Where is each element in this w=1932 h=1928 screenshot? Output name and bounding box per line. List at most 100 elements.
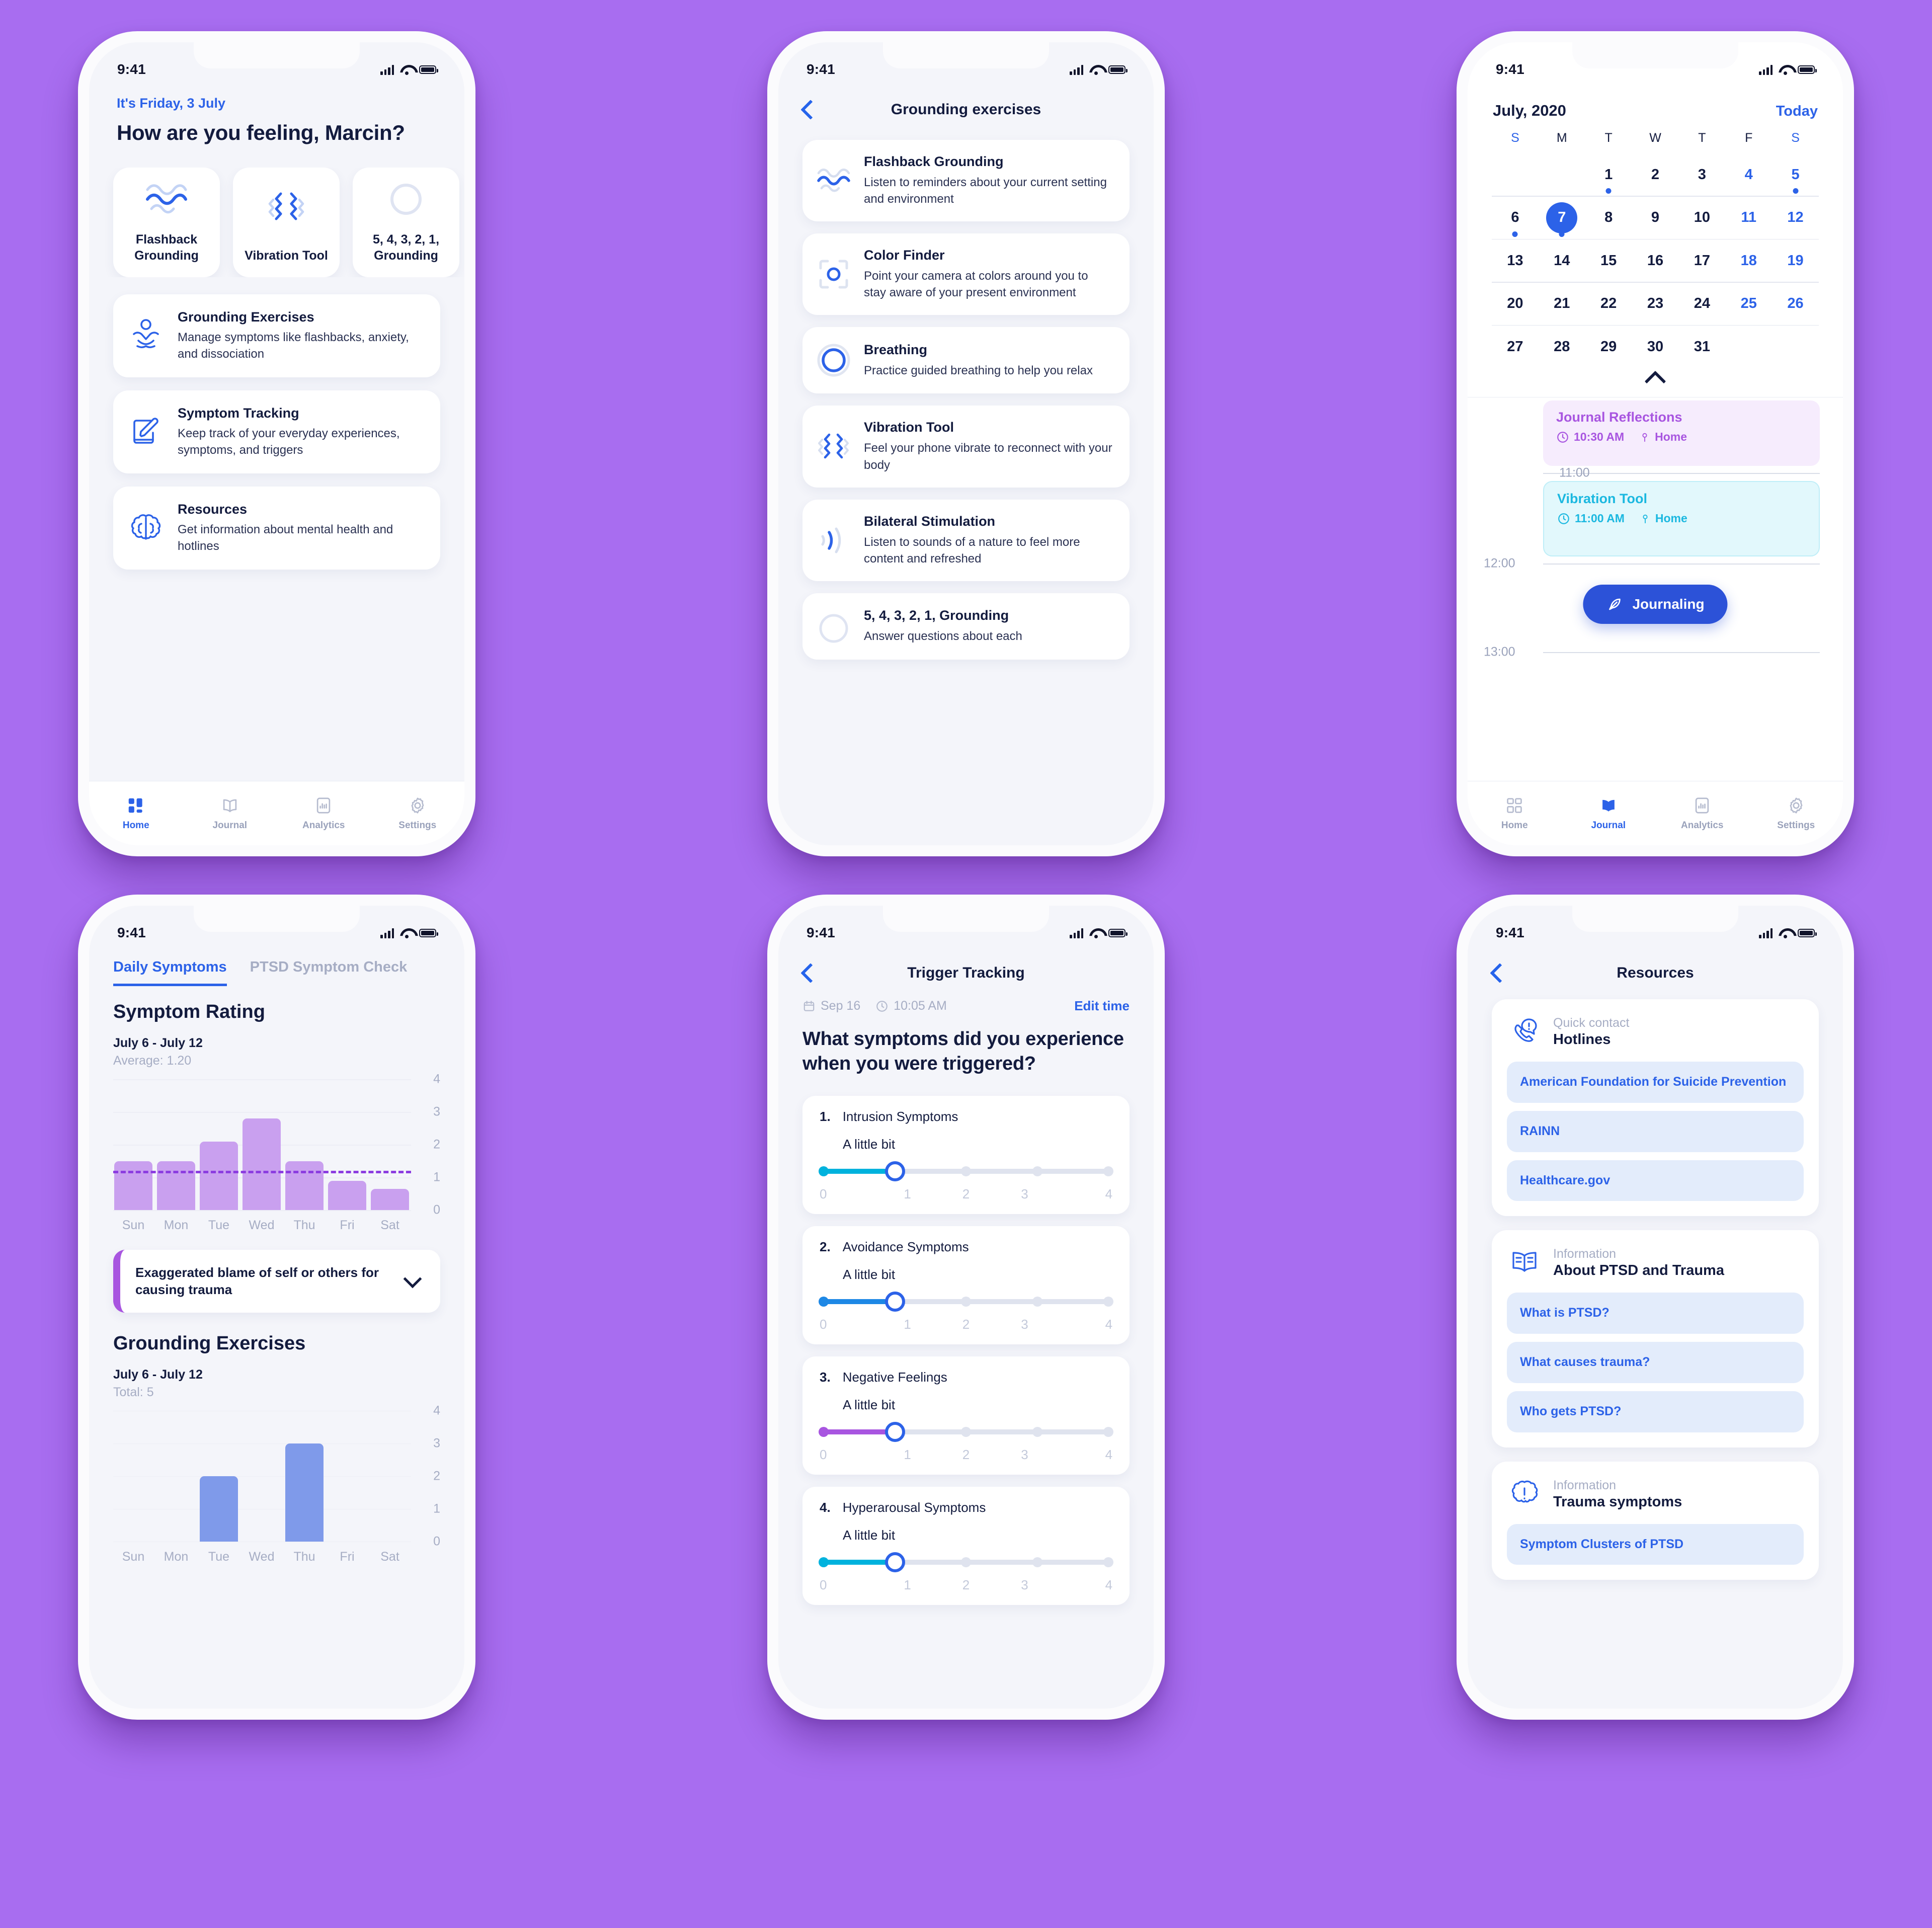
chevron-down-icon[interactable] xyxy=(403,1269,422,1289)
slider-tick-dot[interactable] xyxy=(819,1296,829,1307)
resource-link[interactable]: Who gets PTSD? xyxy=(1507,1391,1804,1432)
tab-home[interactable]: Home xyxy=(89,781,183,845)
tab-daily-symptoms[interactable]: Daily Symptoms xyxy=(113,959,227,986)
chevron-up-icon[interactable] xyxy=(1644,370,1666,392)
feature-card-grounding-exercises[interactable]: Grounding Exercises Manage symptoms like… xyxy=(113,294,440,377)
tile-54321-grounding[interactable]: 5, 4, 3, 2, 1, Grounding xyxy=(353,167,459,277)
slider-tick-dot[interactable] xyxy=(961,1557,971,1567)
analytics-tabs[interactable]: Daily Symptoms PTSD Symptom Check xyxy=(89,952,464,986)
calendar-week-row[interactable]: 13 14 15 16 17 18 19 xyxy=(1492,239,1819,282)
slider-tick-dot[interactable] xyxy=(961,1296,971,1307)
slider-tick-dot[interactable] xyxy=(819,1557,829,1567)
calendar-day-cell[interactable]: 30 xyxy=(1632,326,1679,368)
bottom-tab-bar[interactable]: Home Journal Analytics Settings xyxy=(1468,781,1843,845)
slider-tick-dot[interactable] xyxy=(1032,1296,1042,1307)
resource-link[interactable]: Symptom Clusters of PTSD xyxy=(1507,1523,1804,1565)
calendar-day-cell[interactable]: 31 xyxy=(1678,326,1725,368)
calendar-day-cell[interactable]: 9 xyxy=(1632,197,1679,239)
exercise-item-flashback-grounding[interactable]: Flashback Grounding Listen to reminders … xyxy=(802,140,1130,222)
calendar-day-cell[interactable]: 6 xyxy=(1492,197,1539,239)
calendar-day-cell[interactable]: 11 xyxy=(1725,197,1772,239)
edit-time-button[interactable]: Edit time xyxy=(1074,998,1130,1014)
calendar-week-row[interactable]: 1 2 3 4 5 xyxy=(1492,153,1819,196)
slider-tick-dot[interactable] xyxy=(819,1166,829,1176)
calendar-grid[interactable]: S M T W T F S 1 2 3 4 5 6 7 8 9 10 11 12 13 14 15 16 17 1… xyxy=(1468,120,1843,368)
slider-knob[interactable] xyxy=(884,1161,905,1181)
exercise-item-color-finder[interactable]: Color Finder Point your camera at colors… xyxy=(802,233,1130,315)
journaling-button[interactable]: Journaling xyxy=(1583,585,1728,624)
tab-analytics[interactable]: Analytics xyxy=(277,781,371,845)
slider-tick-dot[interactable] xyxy=(1103,1296,1113,1307)
calendar-day-cell[interactable]: 3 xyxy=(1678,153,1725,196)
slider-tick-dot[interactable] xyxy=(961,1426,971,1437)
calendar-day-cell[interactable]: 21 xyxy=(1539,283,1585,325)
slider-tick-dot[interactable] xyxy=(1032,1166,1042,1176)
calendar-day-cell[interactable]: 8 xyxy=(1585,197,1632,239)
slider-tick-dot[interactable] xyxy=(819,1426,829,1437)
exercise-item-54321-grounding[interactable]: 5, 4, 3, 2, 1, Grounding Answer question… xyxy=(802,593,1130,660)
calendar-day-cell[interactable]: 26 xyxy=(1772,283,1819,325)
resource-link[interactable]: American Foundation for Suicide Preventi… xyxy=(1507,1062,1804,1103)
calendar-day-cell[interactable]: 20 xyxy=(1492,283,1539,325)
calendar-day-cell[interactable]: 7 xyxy=(1539,197,1585,239)
exercise-item-vibration-tool[interactable]: Vibration Tool Feel your phone vibrate t… xyxy=(802,406,1130,488)
slider-knob[interactable] xyxy=(884,1291,905,1312)
resource-link[interactable]: What is PTSD? xyxy=(1507,1293,1804,1334)
agenda-event-vibration-tool[interactable]: Vibration Tool 11:00 AM Home xyxy=(1543,481,1820,556)
tab-settings[interactable]: Settings xyxy=(371,781,465,845)
today-button[interactable]: Today xyxy=(1776,103,1818,120)
calendar-day-cell[interactable]: 1 xyxy=(1585,153,1632,196)
calendar-weeks[interactable]: 1 2 3 4 5 6 7 8 9 10 11 12 13 14 15 16 17 18 19 20 21 22 23 24 2… xyxy=(1492,153,1819,368)
calendar-day-cell[interactable]: 15 xyxy=(1585,239,1632,282)
calendar-day-cell[interactable]: 18 xyxy=(1725,239,1772,282)
calendar-day-cell[interactable]: 28 xyxy=(1539,326,1585,368)
calendar-day-cell[interactable]: 16 xyxy=(1632,239,1679,282)
tab-analytics[interactable]: Analytics xyxy=(1655,781,1749,845)
severity-slider[interactable] xyxy=(819,1161,1113,1181)
calendar-day-cell[interactable]: 23 xyxy=(1632,283,1679,325)
calendar-day-cell[interactable]: 24 xyxy=(1678,283,1725,325)
slider-tick-dot[interactable] xyxy=(1103,1166,1113,1176)
slider-tick-dot[interactable] xyxy=(1032,1426,1042,1437)
slider-tick-dot[interactable] xyxy=(1032,1557,1042,1567)
calendar-day-cell[interactable]: 14 xyxy=(1539,239,1585,282)
symptom-selector[interactable]: Exaggerated blame of self or others for … xyxy=(113,1250,440,1313)
exercise-item-breathing[interactable]: Breathing Practice guided breathing to h… xyxy=(802,327,1130,394)
calendar-week-row[interactable]: 20 21 22 23 24 25 26 xyxy=(1492,283,1819,325)
slider-knob[interactable] xyxy=(884,1552,905,1572)
calendar-day-cell[interactable]: 10 xyxy=(1678,197,1725,239)
tab-journal[interactable]: Journal xyxy=(1562,781,1656,845)
calendar-day-cell[interactable]: 2 xyxy=(1632,153,1679,196)
calendar-day-cell[interactable]: 29 xyxy=(1585,326,1632,368)
calendar-day-cell[interactable]: 25 xyxy=(1725,283,1772,325)
feature-card-symptom-tracking[interactable]: Symptom Tracking Keep track of your ever… xyxy=(113,390,440,474)
tab-journal[interactable]: Journal xyxy=(183,781,277,845)
resource-link[interactable]: What causes trauma? xyxy=(1507,1342,1804,1383)
bottom-tab-bar[interactable]: Home Journal Analytics Settings xyxy=(89,781,464,845)
calendar-day-cell[interactable]: 13 xyxy=(1492,239,1539,282)
calendar-day-cell[interactable]: 4 xyxy=(1725,153,1772,196)
agenda-event-journal-reflections[interactable]: Journal Reflections 10:30 AM Home xyxy=(1543,400,1820,466)
calendar-day-cell[interactable]: 19 xyxy=(1772,239,1819,282)
calendar-day-cell[interactable]: 5 xyxy=(1772,153,1819,196)
exercise-item-bilateral-stimulation[interactable]: Bilateral Stimulation Listen to sounds o… xyxy=(802,499,1130,581)
quick-tools-row[interactable]: Flashback Grounding Vibration Tool 5, 4,… xyxy=(89,167,464,277)
feature-card-resources[interactable]: Resources Get information about mental h… xyxy=(113,487,440,570)
calendar-week-row[interactable]: 6 7 8 9 10 11 12 xyxy=(1492,197,1819,239)
tab-ptsd-symptom-check[interactable]: PTSD Symptom Check xyxy=(250,959,408,986)
resource-link[interactable]: Healthcare.gov xyxy=(1507,1160,1804,1201)
calendar-week-row[interactable]: 27 28 29 30 31 xyxy=(1492,326,1819,368)
calendar-collapse-toggle[interactable] xyxy=(1468,368,1843,397)
tab-home[interactable]: Home xyxy=(1468,781,1562,845)
severity-slider[interactable] xyxy=(819,1291,1113,1312)
calendar-day-cell[interactable]: 17 xyxy=(1678,239,1725,282)
tile-vibration-tool[interactable]: Vibration Tool xyxy=(233,167,340,277)
severity-slider[interactable] xyxy=(819,1552,1113,1572)
slider-tick-dot[interactable] xyxy=(1103,1426,1113,1437)
slider-knob[interactable] xyxy=(884,1421,905,1442)
severity-slider[interactable] xyxy=(819,1421,1113,1442)
calendar-day-cell[interactable]: 27 xyxy=(1492,326,1539,368)
calendar-day-cell[interactable]: 22 xyxy=(1585,283,1632,325)
slider-tick-dot[interactable] xyxy=(961,1166,971,1176)
slider-tick-dot[interactable] xyxy=(1103,1557,1113,1567)
